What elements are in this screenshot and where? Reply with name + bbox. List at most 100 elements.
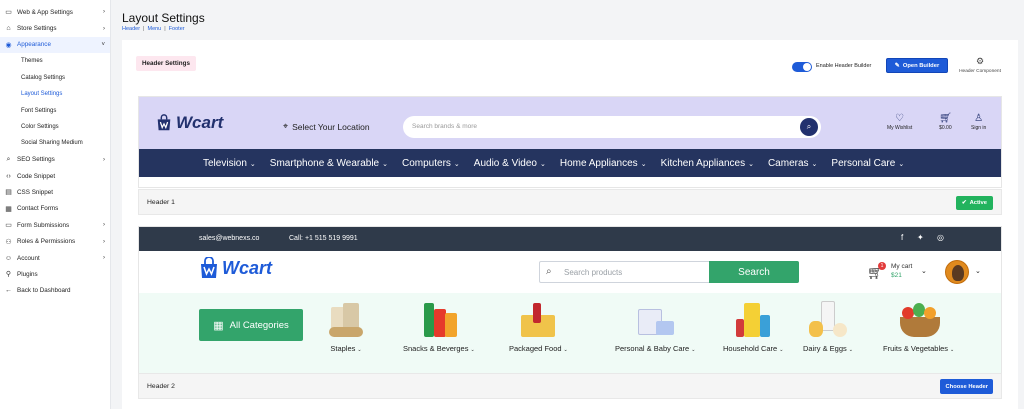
twitter-icon[interactable]: ✦ [917,233,924,242]
search-icon: ⌕ [546,266,552,277]
sidebar-item-back-to-dashboard[interactable]: ← Back to Dashboard [0,283,110,299]
header-component-button[interactable]: ⚙ Header Component [954,56,1006,74]
sidebar-item-seo-settings[interactable]: ⌕ SEO Settings › [0,152,110,168]
category-household-care[interactable]: Household Care ⌄ [723,301,783,353]
category-dairy-eggs[interactable]: Dairy & Eggs ⌄ [803,301,853,353]
chevron-down-icon: ⌄ [539,160,546,168]
sidebar-item-label: Store Settings [17,25,57,33]
avatar[interactable] [945,260,969,284]
sidebar-item-appearance[interactable]: ◉ Appearance ˅ [0,36,110,54]
form-icon: ▭ [5,222,12,230]
category-staples[interactable]: Staples ⌄ [325,301,367,353]
header2-topbar: sales@webnexs.co Call: +1 515 519 9991 f… [139,227,1001,251]
instagram-icon[interactable]: ◎ [937,233,944,242]
all-categories-button[interactable]: ▦ All Categories [199,309,303,341]
packaged-food-image [517,301,559,339]
header2-label: Header 2 [147,383,175,390]
category-snacks[interactable]: Snacks & Beverges ⌄ [403,301,475,353]
facebook-icon[interactable]: f [901,233,903,242]
signin-label: Sign in [971,125,987,131]
cart-label: My cart [891,263,913,270]
category-label: Snacks & Beverges [403,344,469,353]
sidebar-item-css-snippet[interactable]: ▤ CSS Snippet [0,184,110,200]
sidebar-item-label: Account [17,254,40,262]
sidebar-subitem-font-settings[interactable]: Font Settings [0,102,110,118]
header1-nav: Television ⌄ Smartphone & Wearable ⌄ Compu… [139,149,1001,177]
select-location[interactable]: ⌖ Select Your Location [283,121,370,132]
gear-icon: ⚙ [975,56,985,66]
crumb-header[interactable]: Header [122,26,140,32]
nav-item[interactable]: Television ⌄ [203,158,256,169]
sidebar-item-form-submissions[interactable]: ▭ Form Submissions › [0,217,110,233]
header2-search-input[interactable]: ⌕ Search products Search [539,261,799,283]
sidebar-item-web-app-settings[interactable]: ▭ Web & App Settings › [0,4,110,20]
search-icon[interactable]: ⌕ [800,118,818,136]
nav-item[interactable]: Audio & Video ⌄ [474,158,546,169]
header-settings-card: Header Settings Enable Header Builder ✎ … [122,40,1018,409]
check-icon: ✔ [961,200,967,206]
search-placeholder: Search products [564,268,623,277]
sidebar-subitem-social-sharing[interactable]: Social Sharing Medium [0,135,110,151]
header1-label: Header 1 [147,199,175,206]
nav-item[interactable]: Computers ⌄ [402,158,460,169]
enable-header-builder-toggle[interactable] [792,62,812,72]
nav-item[interactable]: Kitchen Appliances ⌄ [661,158,754,169]
chevron-right-icon: › [103,9,105,16]
category-packaged-food[interactable]: Packaged Food ⌄ [509,301,568,353]
sidebar-item-plugins[interactable]: ⚲ Plugins [0,266,110,282]
category-fruits-vegetables[interactable]: Fruits & Vegetables ⌄ [883,301,954,353]
sidebar-subitem-layout-settings[interactable]: Layout Settings [0,86,110,102]
header-settings-label: Header Settings [136,56,196,71]
nav-item[interactable]: Personal Care ⌄ [831,158,904,169]
crumb-menu[interactable]: Menu [147,26,161,32]
sidebar-item-store-settings[interactable]: ⌂ Store Settings › [0,20,110,36]
chevron-down-icon: ⌄ [921,268,927,275]
search-button[interactable]: Search [709,261,799,283]
main-content: Layout Settings Header | Menu | Footer Heade… [122,0,1024,409]
contact-icon: ▦ [5,205,12,213]
sidebar-item-contact-forms[interactable]: ▦ Contact Forms [0,201,110,217]
cart-button[interactable]: 🛒︎ $0.00 [939,113,952,131]
nav-item[interactable]: Cameras ⌄ [768,158,817,169]
header2-logo: Wcart [199,257,272,279]
sidebar-item-label: Web & App Settings [17,8,73,16]
header2-preview[interactable]: sales@webnexs.co Call: +1 515 519 9991 f… [138,226,1002,374]
crumb-footer[interactable]: Footer [169,26,185,32]
sidebar-item-roles-permissions[interactable]: ⚇ Roles & Permissions › [0,233,110,249]
shopping-bag-icon [201,257,217,278]
choose-header-button[interactable]: Choose Header [940,379,993,394]
open-builder-button[interactable]: ✎ Open Builder [886,58,948,73]
header1-preview[interactable]: Wcart ⌖ Select Your Location Search bran… [138,96,1002,188]
nav-item[interactable]: Home Appliances ⌄ [560,158,647,169]
users-icon: ⚇ [5,238,12,246]
search-icon: ⌕ [6,155,11,163]
user-icon: ♙ [974,113,984,124]
sidebar-subitem-themes[interactable]: Themes [0,53,110,69]
category-personal-baby-care[interactable]: Personal & Baby Care ⌄ [615,301,695,353]
cart-amount: $21 [891,272,902,279]
sidebar-item-label: Code Snippet [17,172,56,180]
chevron-down-icon: ⌄ [779,347,784,353]
page-title: Layout Settings [122,11,205,25]
header1-logo: Wcart [155,113,223,133]
category-label: Fruits & Vegetables [883,344,949,353]
chevron-down-icon: ⌄ [898,160,905,168]
crumb-separator: | [143,26,145,32]
sidebar-subitem-color-settings[interactable]: Color Settings [0,119,110,135]
sidebar-item-code-snippet[interactable]: ‹› Code Snippet [0,168,110,184]
signin-button[interactable]: ♙ Sign in [971,113,986,131]
sidebar-item-account[interactable]: ☺ Account › [0,250,110,266]
contact-email[interactable]: sales@webnexs.co [199,235,259,242]
wishlist-label: My Wishlist [887,125,913,131]
chevron-down-icon: ⌄ [470,347,475,353]
header1-search-input[interactable]: Search brands & more ⌕ [403,116,821,138]
wishlist-button[interactable]: ♡ My Wishlist [887,113,912,131]
chevron-down-icon: ⌄ [382,160,388,168]
category-label: Personal & Baby Care [615,344,690,353]
contact-phone[interactable]: Call: +1 515 519 9991 [289,235,358,242]
css-file-icon: ▤ [5,189,12,197]
chevron-down-icon[interactable]: ⌄ [975,267,981,275]
nav-item[interactable]: Smartphone & Wearable ⌄ [270,158,388,169]
sidebar-item-label: Appearance [17,41,51,49]
sidebar-subitem-catalog-settings[interactable]: Catalog Settings [0,70,110,86]
